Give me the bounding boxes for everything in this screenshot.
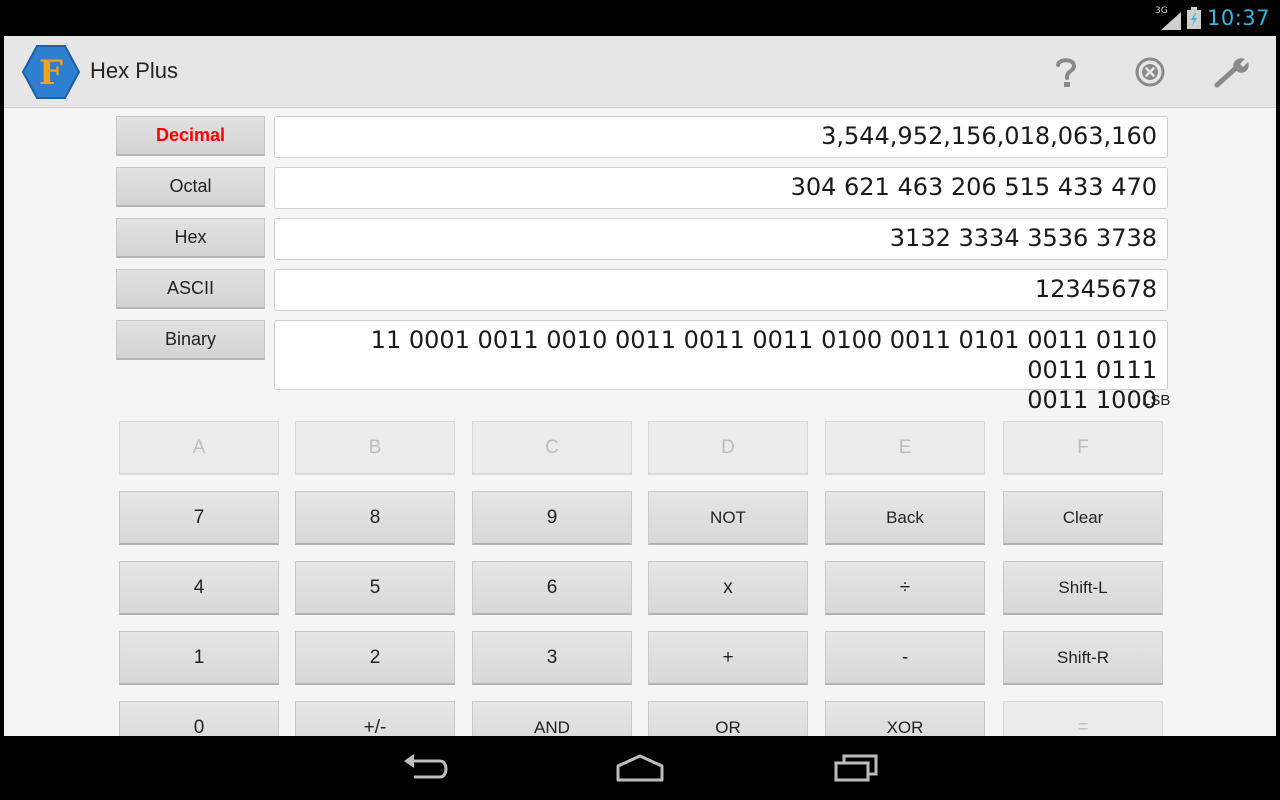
close-button[interactable] [1128, 50, 1172, 94]
hex-button[interactable]: Hex [116, 218, 265, 258]
key-e[interactable]: E [825, 421, 985, 475]
key-3[interactable]: 3 [472, 631, 632, 685]
settings-button[interactable] [1212, 50, 1256, 94]
ascii-field[interactable]: 12345678 [274, 269, 1168, 311]
key-1[interactable]: 1 [119, 631, 279, 685]
hex-field[interactable]: 3132 3334 3536 3738 [274, 218, 1168, 260]
binary-line-1: 11 0001 0011 0010 0011 0011 0011 0100 00… [370, 326, 1157, 384]
key-multiply[interactable]: x [648, 561, 808, 615]
help-button[interactable] [1044, 50, 1088, 94]
app-title: Hex Plus [90, 58, 179, 83]
key-9[interactable]: 9 [472, 491, 632, 545]
key-back[interactable]: Back [825, 491, 985, 545]
home-button[interactable] [610, 748, 670, 788]
binary-field[interactable]: 11 0001 0011 0010 0011 0011 0011 0100 00… [274, 320, 1168, 414]
key-f[interactable]: F [1003, 421, 1163, 475]
key-a[interactable]: A [119, 421, 279, 475]
wrench-icon [1214, 58, 1249, 88]
signal-icon: 3G [1155, 6, 1181, 30]
decimal-button[interactable]: Decimal [116, 116, 265, 156]
key-6[interactable]: 6 [472, 561, 632, 615]
key-and[interactable]: AND [472, 701, 632, 736]
key-plus[interactable]: + [648, 631, 808, 685]
back-button[interactable] [396, 748, 456, 788]
key-shift-left[interactable]: Shift-L [1003, 561, 1163, 615]
recent-apps-icon [834, 754, 878, 782]
logo-letter: F [39, 53, 63, 93]
octal-button[interactable]: Octal [116, 167, 265, 207]
key-minus[interactable]: - [825, 631, 985, 685]
key-2[interactable]: 2 [295, 631, 455, 685]
key-c[interactable]: C [472, 421, 632, 475]
key-5[interactable]: 5 [295, 561, 455, 615]
key-equals[interactable]: = [1003, 701, 1163, 736]
navigation-bar [0, 736, 1280, 800]
battery-icon [1186, 7, 1201, 29]
key-4[interactable]: 4 [119, 561, 279, 615]
help-icon [1056, 58, 1077, 87]
key-7[interactable]: 7 [119, 491, 279, 545]
app-logo-icon: F [21, 44, 81, 100]
app-window: F Hex Plus Decimal 3,544,952,156,018,063… [4, 36, 1276, 736]
decimal-field[interactable]: 3,544,952,156,018,063,160 [274, 116, 1168, 158]
clock: 10:37 [1206, 6, 1270, 30]
bit-order-label: LSB [1142, 392, 1171, 409]
key-divide[interactable]: ÷ [825, 561, 985, 615]
key-b[interactable]: B [295, 421, 455, 475]
recent-apps-button[interactable] [826, 748, 886, 788]
key-or[interactable]: OR [648, 701, 808, 736]
action-bar: F Hex Plus [4, 36, 1276, 108]
close-circle-icon [1135, 57, 1165, 87]
key-shift-right[interactable]: Shift-R [1003, 631, 1163, 685]
key-clear[interactable]: Clear [1003, 491, 1163, 545]
status-icons: 3G 10:37 [1155, 0, 1270, 36]
key-0[interactable]: 0 [119, 701, 279, 736]
status-bar: 3G 10:37 [0, 0, 1280, 36]
octal-field[interactable]: 304 621 463 206 515 433 470 [274, 167, 1168, 209]
binary-button[interactable]: Binary [116, 320, 265, 360]
back-arrow-icon [404, 754, 448, 779]
key-not[interactable]: NOT [648, 491, 808, 545]
home-icon [616, 754, 664, 782]
key-negate[interactable]: +/- [295, 701, 455, 736]
key-xor[interactable]: XOR [825, 701, 985, 736]
key-d[interactable]: D [648, 421, 808, 475]
key-8[interactable]: 8 [295, 491, 455, 545]
binary-line-2: 0011 1000 [1027, 386, 1157, 414]
ascii-button[interactable]: ASCII [116, 269, 265, 309]
